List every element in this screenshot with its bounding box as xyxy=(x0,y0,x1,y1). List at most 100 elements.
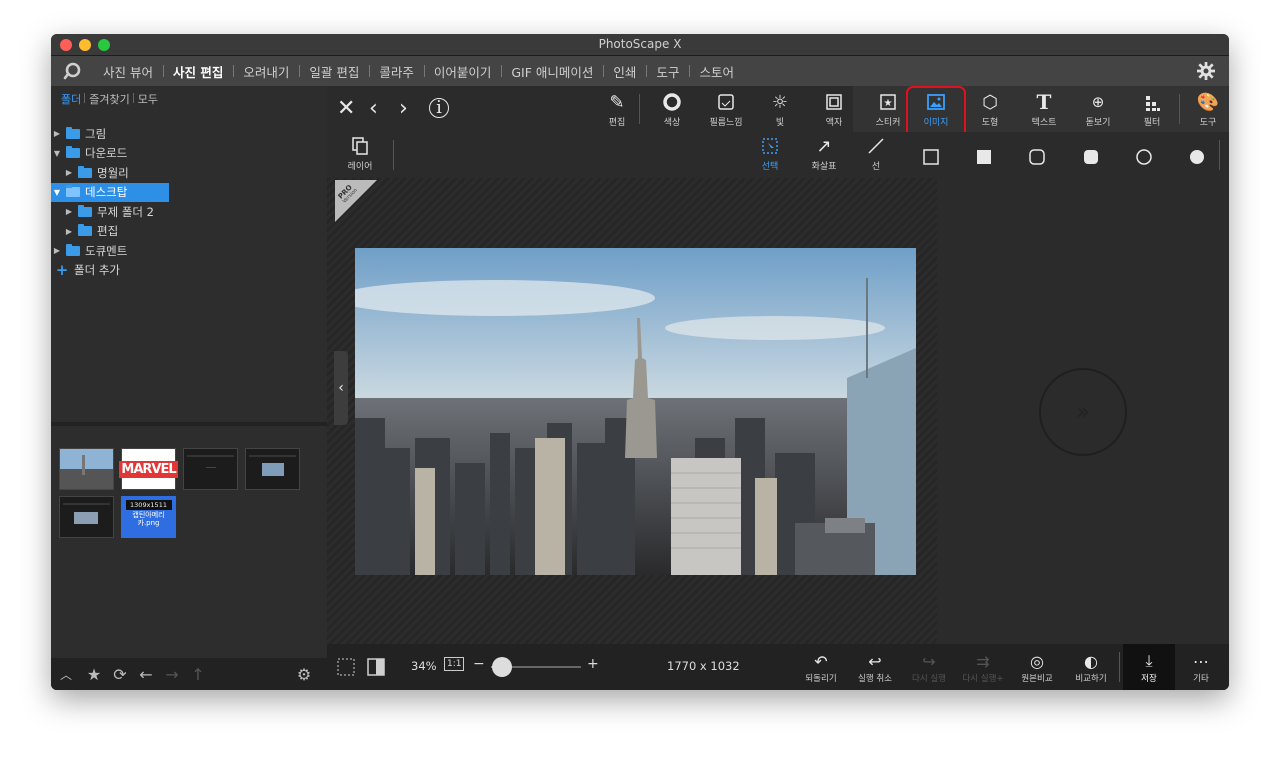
tree-item-downloads[interactable]: ▼ 다운로드 xyxy=(51,144,327,164)
rectangle-filled-icon[interactable] xyxy=(976,149,992,165)
collapse-panel-chevron-icon[interactable]: ‹ xyxy=(334,351,348,425)
collapse-arrow-icon[interactable]: ▼ xyxy=(51,188,63,197)
marvel-logo-text: MARVEL xyxy=(119,460,178,478)
expand-arrow-icon[interactable]: ▶ xyxy=(63,168,75,177)
tree-item-label: 데스크탑 xyxy=(85,185,128,200)
tool-shape[interactable]: ⬡ 도형 xyxy=(963,90,1017,130)
tree-item-documents[interactable]: ▶ 도큐멘트 xyxy=(51,241,327,261)
rounded-rect-outline-icon[interactable] xyxy=(1029,149,1045,165)
tool-film[interactable]: 필름느낌 xyxy=(699,90,753,130)
folder-settings-gear-icon[interactable]: ⚙ xyxy=(291,665,317,684)
ellipse-filled-icon[interactable] xyxy=(1189,149,1205,165)
compare-button[interactable]: ◐ 비교하기 xyxy=(1065,650,1117,685)
tool-text[interactable]: T 텍스트 xyxy=(1017,90,1071,130)
menu-tools[interactable]: 도구 xyxy=(646,62,689,81)
zoom-in-plus-icon[interactable]: + xyxy=(587,656,599,672)
actual-size-button[interactable]: 1:1 xyxy=(444,657,465,671)
thumbnail-screenshot-2[interactable] xyxy=(245,448,300,490)
layer-label: 레이어 xyxy=(347,162,373,172)
tree-item-desktop[interactable]: ▼ 데스크탑 xyxy=(51,182,169,202)
settings-gear-icon[interactable] xyxy=(1197,62,1215,80)
grid-select-icon[interactable] xyxy=(337,658,355,676)
zoom-slider-knob[interactable] xyxy=(491,657,512,677)
zoom-out-minus-icon[interactable]: − xyxy=(473,656,485,672)
expand-arrow-icon[interactable]: ▶ xyxy=(51,129,63,138)
tool-label: 색상 xyxy=(663,118,681,128)
tool-edit[interactable]: ✎ 편집 xyxy=(590,90,644,130)
thumbnail-selected-file[interactable]: 1309x1511 캡틴아메리카.png xyxy=(121,496,176,538)
menu-photo-editor[interactable]: 사진 편집 xyxy=(162,62,233,81)
next-chevron-icon[interactable]: › xyxy=(399,96,408,121)
close-x-icon[interactable]: ✕ xyxy=(337,96,355,121)
save-button[interactable]: ⤓ 저장 xyxy=(1123,650,1175,684)
zoom-slider[interactable] xyxy=(491,657,581,677)
expand-arrow-icon[interactable]: ▶ xyxy=(51,246,63,255)
star-icon[interactable]: ★ xyxy=(81,665,107,684)
palette-icon: 🎨 xyxy=(1196,91,1220,113)
folder-icon xyxy=(78,165,92,178)
up-arrow-icon[interactable]: ↑ xyxy=(185,665,211,684)
add-folder-button[interactable]: + 폴더 추가 xyxy=(51,261,327,281)
thumbnail-city[interactable] xyxy=(59,448,114,490)
zoom-percent[interactable]: 34% xyxy=(411,659,437,673)
menu-combine[interactable]: 이어붙이기 xyxy=(423,62,502,81)
mode-arrow[interactable]: ↗ 화살표 xyxy=(797,134,851,174)
compare-circle-icon: ◐ xyxy=(1084,651,1098,671)
menu-gif[interactable]: GIF 애니메이션 xyxy=(501,62,603,81)
menu-print[interactable]: 인쇄 xyxy=(603,62,646,81)
window-title: PhotoScape X xyxy=(598,37,682,51)
tool-frame[interactable]: 액자 xyxy=(807,90,861,130)
expand-panel-icon[interactable]: » xyxy=(1039,368,1127,456)
thumbnail-screenshot-3[interactable] xyxy=(59,496,114,538)
menu-collage[interactable]: 콜라주 xyxy=(369,62,424,81)
menu-cut-out[interactable]: 오려내기 xyxy=(233,62,299,81)
mode-line[interactable]: 선 xyxy=(849,134,903,174)
app-window: PhotoScape X 사진 뷰어 사진 편집 오려내기 일괄 편집 콜라주 … xyxy=(51,34,1229,690)
tree-item-edit[interactable]: ▶ 편집 xyxy=(51,222,327,242)
tool-tools[interactable]: 🎨 도구 xyxy=(1181,90,1229,130)
edited-photo-city-skyline[interactable] xyxy=(355,248,916,575)
chevron-up-icon[interactable]: ︿ xyxy=(51,666,81,683)
tree-item-pictures[interactable]: ▶ 그림 xyxy=(51,124,327,144)
ellipse-outline-icon[interactable] xyxy=(1136,149,1152,165)
undo-button[interactable]: ↩ 실행 취소 xyxy=(849,650,901,685)
forward-arrow-icon[interactable]: → xyxy=(159,665,185,684)
edit-pencil-icon: ✎ xyxy=(609,91,625,113)
tree-item-untitled-folder-2[interactable]: ▶ 무제 폴더 2 xyxy=(51,202,327,222)
tree-item-label: 그림 xyxy=(85,126,107,141)
collapse-arrow-icon[interactable]: ▼ xyxy=(51,149,63,158)
color-ring-icon xyxy=(645,90,699,114)
tab-folders[interactable]: 폴더 xyxy=(57,91,85,107)
back-arrow-icon[interactable]: ← xyxy=(133,665,159,684)
tab-favorites[interactable]: 즐겨찾기 xyxy=(84,91,133,107)
menu-batch[interactable]: 일괄 편집 xyxy=(299,62,369,81)
tool-light[interactable]: ☼ 빛 xyxy=(753,90,807,130)
menu-store[interactable]: 스토어 xyxy=(689,62,744,81)
revert-button[interactable]: ↶ 되돌리기 xyxy=(795,650,847,685)
thumbnail-screenshot-1[interactable] xyxy=(183,448,238,490)
thumbnail-marvel[interactable]: MARVEL xyxy=(119,448,178,490)
menu-photo-viewer[interactable]: 사진 뷰어 xyxy=(93,62,163,81)
info-icon[interactable]: i xyxy=(429,98,449,118)
refresh-icon[interactable]: ⟳ xyxy=(107,665,133,684)
tool-magnifier[interactable]: ⊕ 돋보기 xyxy=(1071,90,1125,130)
redo-all-button[interactable]: ⇉ 다시 실행+ xyxy=(957,650,1009,685)
photoscape-logo-icon[interactable] xyxy=(51,56,93,86)
tree-item-myeongwolri[interactable]: ▶ 명월리 xyxy=(51,163,327,183)
compare-split-icon[interactable] xyxy=(367,658,385,676)
rounded-rect-filled-icon[interactable] xyxy=(1083,149,1099,165)
rectangle-outline-icon[interactable] xyxy=(923,149,939,165)
layer-button[interactable]: 레이어 xyxy=(333,134,387,174)
tool-color[interactable]: 색상 xyxy=(645,90,699,130)
mode-select[interactable]: 선택 xyxy=(743,134,797,174)
panel-divider[interactable] xyxy=(51,422,327,426)
layers-icon xyxy=(333,134,387,158)
original-compare-button[interactable]: ◎ 원본비교 xyxy=(1011,650,1063,685)
more-button[interactable]: ⋯ 기타 xyxy=(1175,650,1227,685)
tab-all[interactable]: 모두 xyxy=(132,91,162,107)
expand-arrow-icon[interactable]: ▶ xyxy=(63,227,75,236)
redo-button[interactable]: ↪ 다시 실행 xyxy=(903,650,955,685)
previous-chevron-icon[interactable]: ‹ xyxy=(369,96,378,121)
expand-arrow-icon[interactable]: ▶ xyxy=(63,207,75,216)
tool-filter[interactable]: 필터 xyxy=(1125,90,1179,130)
